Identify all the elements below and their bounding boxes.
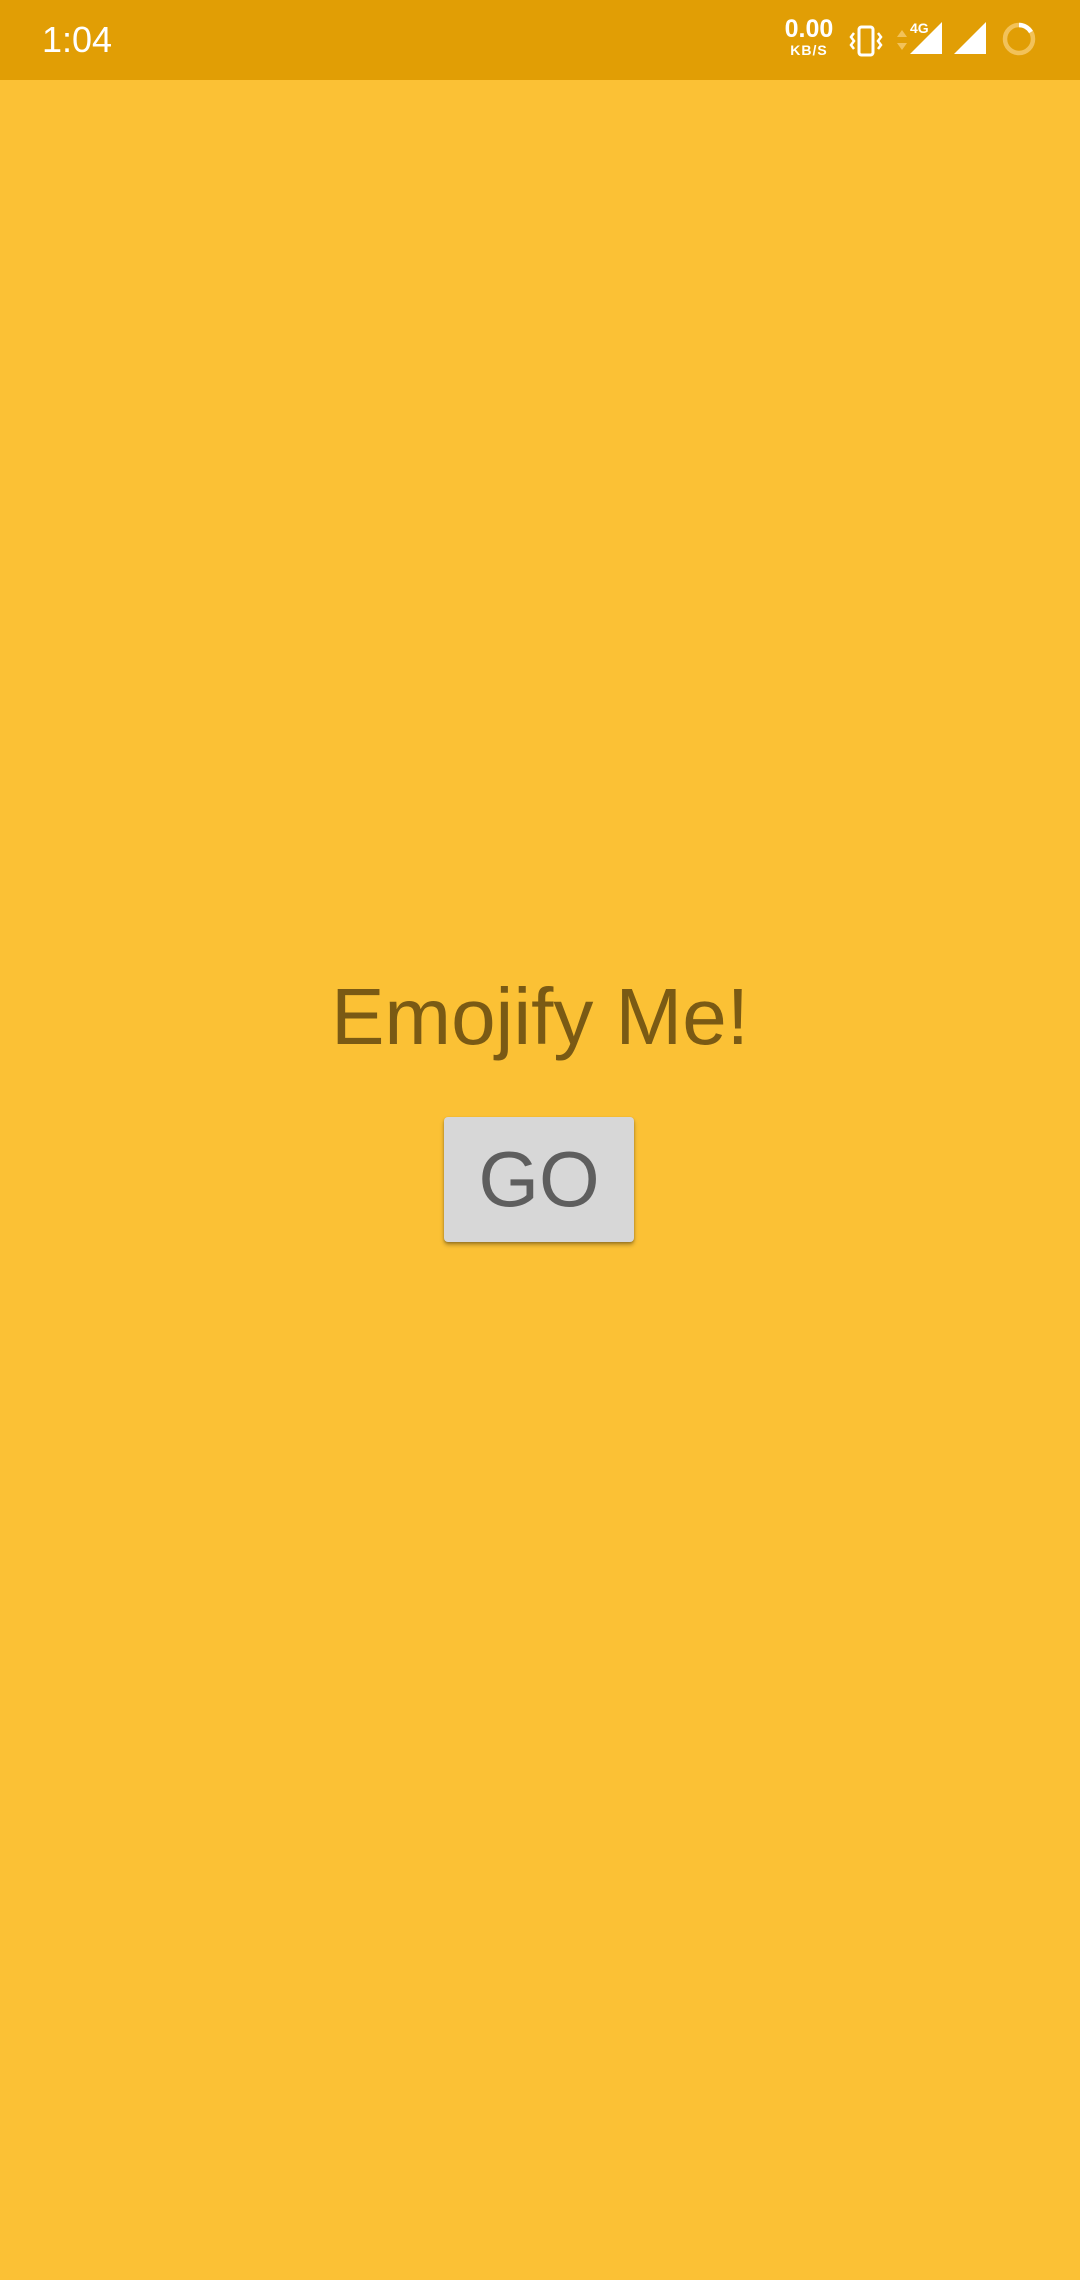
network-speed: 0.00 KB/S bbox=[780, 16, 838, 58]
page-title: Emojify Me! bbox=[331, 972, 749, 1061]
status-time: 1:04 bbox=[42, 19, 113, 60]
go-button[interactable]: GO bbox=[444, 1117, 634, 1242]
main-content: Emojify Me! GO bbox=[0, 80, 1080, 2280]
status-bar: 1:04 0.00 KB/S 4G bbox=[0, 0, 1080, 80]
network-speed-value: 0.00 bbox=[784, 15, 834, 43]
signal-icon bbox=[952, 20, 988, 61]
data-arrows-icon bbox=[896, 28, 908, 57]
vibrate-icon bbox=[848, 23, 884, 64]
network-type-label: 4G bbox=[910, 20, 929, 36]
network-speed-unit: KB/S bbox=[790, 42, 828, 58]
loading-icon bbox=[1000, 20, 1038, 63]
